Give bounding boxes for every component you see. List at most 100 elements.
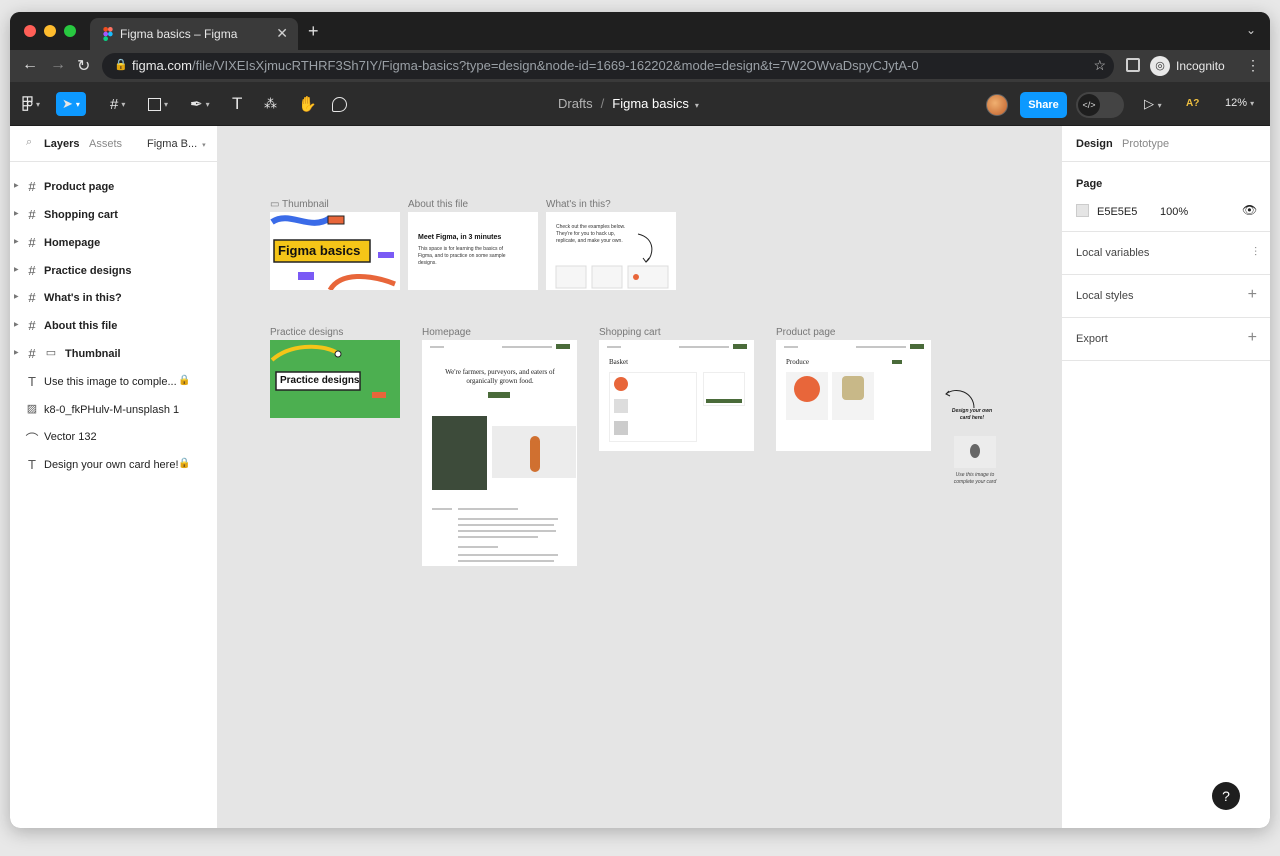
frame-label-about[interactable]: About this file bbox=[408, 199, 468, 210]
layer-item[interactable]: T Design your own card here! 🔒 bbox=[10, 451, 218, 479]
avatar[interactable] bbox=[986, 94, 1008, 116]
layer-item[interactable]: T Use this image to comple... 🔒 bbox=[10, 368, 218, 396]
local-variables-label: Local variables bbox=[1076, 247, 1150, 259]
tab-assets[interactable]: Assets bbox=[89, 138, 122, 150]
figma-logo-icon bbox=[22, 96, 33, 111]
local-variables-section[interactable]: Local variables ⫶ bbox=[1062, 232, 1270, 275]
side-panel-icon[interactable] bbox=[1126, 58, 1140, 72]
close-tab-icon[interactable]: ✕ bbox=[276, 25, 288, 42]
page-color-swatch[interactable] bbox=[1076, 204, 1089, 217]
forward-button[interactable]: → bbox=[50, 56, 66, 74]
sample-image[interactable] bbox=[954, 436, 996, 468]
lock-icon[interactable]: 🔒 bbox=[178, 375, 190, 386]
main-menu-button[interactable]: ▾ bbox=[22, 92, 40, 116]
thumbnail-frame[interactable]: Figma basics bbox=[270, 212, 400, 290]
homepage-frame[interactable]: We're farmers, purveyors, and eaters of … bbox=[422, 340, 577, 566]
page-selector[interactable]: Figma B... ▾ bbox=[147, 138, 206, 150]
frame-label-product[interactable]: Product page bbox=[776, 327, 836, 338]
lock-icon[interactable]: 🔒 bbox=[178, 458, 190, 469]
layer-name: Vector 132 bbox=[44, 431, 97, 443]
layer-item[interactable]: ▶ # Product page bbox=[10, 173, 218, 201]
reload-button[interactable]: ↻ bbox=[77, 56, 90, 76]
hand-icon: ✋ bbox=[298, 96, 317, 113]
layer-item[interactable]: ▨ k8-0_fkPHulv-M-unsplash 1 bbox=[10, 396, 218, 424]
practice-frame[interactable]: Practice designs bbox=[270, 340, 400, 418]
tab-prototype[interactable]: Prototype bbox=[1122, 138, 1169, 150]
comment-tool-button[interactable] bbox=[332, 92, 347, 116]
help-button[interactable]: ? bbox=[1212, 782, 1240, 810]
resources-button[interactable]: ⁂ bbox=[264, 92, 277, 116]
search-icon[interactable]: ⌕ bbox=[26, 136, 32, 149]
zoom-menu[interactable]: 12% ▾ bbox=[1225, 97, 1254, 109]
layer-item[interactable]: ▶ # Practice designs bbox=[10, 257, 218, 285]
layer-item[interactable]: ▶ # Homepage bbox=[10, 229, 218, 257]
address-bar-row: ← → ↻ 🔒 figma.com/file/VIXEIsXjmucRTHRF3… bbox=[10, 50, 1270, 82]
about-frame[interactable]: Meet Figma, in 3 minutes This space is f… bbox=[408, 212, 538, 290]
shape-tool-button[interactable]: ▾ bbox=[148, 92, 168, 116]
frame-label-text: Thumbnail bbox=[282, 199, 329, 210]
dev-mode-toggle[interactable]: </> bbox=[1076, 92, 1124, 118]
breadcrumb: Drafts / Figma basics ▾ bbox=[558, 96, 699, 111]
add-export-icon[interactable]: + bbox=[1248, 329, 1257, 347]
expand-arrow-icon[interactable]: ▶ bbox=[14, 321, 19, 328]
bookmark-star-icon[interactable]: ☆ bbox=[1093, 57, 1106, 74]
new-tab-button[interactable]: + bbox=[308, 21, 319, 42]
frame-label-thumbnail[interactable]: ▭ Thumbnail bbox=[270, 199, 329, 210]
eye-icon[interactable]: 👁 bbox=[1242, 203, 1257, 217]
back-button[interactable]: ← bbox=[22, 56, 38, 74]
frame-icon: # bbox=[28, 263, 36, 278]
accessibility-check-button[interactable]: A? bbox=[1186, 98, 1199, 109]
tab-layers[interactable]: Layers bbox=[44, 138, 79, 150]
breadcrumb-drafts[interactable]: Drafts bbox=[558, 96, 593, 111]
expand-arrow-icon[interactable]: ▶ bbox=[14, 238, 19, 245]
figma-toolbar: ▾ ➤ ▾ # ▾ ▾ ✒ ▾ T ⁂ ✋ Drafts / Figma basics ▾ … bbox=[10, 82, 1270, 126]
browser-menu-icon[interactable]: ⋮ bbox=[1246, 57, 1260, 74]
layer-item[interactable]: ▶ # Shopping cart bbox=[10, 201, 218, 229]
whats-in-frame[interactable]: Check out the examples below. They're fo… bbox=[546, 212, 676, 290]
move-tool-button[interactable]: ➤ ▾ bbox=[56, 92, 86, 116]
frame-label-practice[interactable]: Practice designs bbox=[270, 327, 343, 338]
cart-frame[interactable]: Basket bbox=[599, 340, 754, 451]
page-opacity[interactable]: 100% bbox=[1160, 206, 1188, 218]
figma-favicon-icon bbox=[103, 27, 113, 41]
layer-item[interactable]: ▶ # What's in this? bbox=[10, 284, 218, 312]
local-styles-section[interactable]: Local styles + bbox=[1062, 275, 1270, 318]
maximize-window-button[interactable] bbox=[64, 25, 76, 37]
layer-item[interactable]: ▶ # ▭ Thumbnail bbox=[10, 340, 218, 368]
expand-arrow-icon[interactable]: ▶ bbox=[14, 182, 19, 189]
expand-arrow-icon[interactable]: ▶ bbox=[14, 293, 19, 300]
expand-arrow-icon[interactable]: ▶ bbox=[14, 349, 19, 356]
layer-name: What's in this? bbox=[44, 292, 122, 304]
product-frame[interactable]: Produce bbox=[776, 340, 931, 451]
browser-tab[interactable]: Figma basics – Figma ✕ bbox=[90, 18, 298, 50]
add-style-icon[interactable]: + bbox=[1248, 286, 1257, 304]
text-tool-button[interactable]: T bbox=[232, 92, 242, 116]
text-line bbox=[432, 508, 452, 510]
chevron-down-icon[interactable]: ▾ bbox=[695, 101, 699, 110]
text-layer-icon: T bbox=[28, 374, 36, 389]
hand-tool-button[interactable]: ✋ bbox=[298, 92, 317, 116]
url-input[interactable]: 🔒 figma.com/file/VIXEIsXjmucRTHRF3Sh7IY/… bbox=[102, 53, 1114, 79]
tab-search-chevron-icon[interactable]: ⌄ bbox=[1246, 23, 1256, 37]
share-button[interactable]: Share bbox=[1020, 92, 1067, 118]
local-styles-label: Local styles bbox=[1076, 290, 1134, 302]
expand-arrow-icon[interactable]: ▶ bbox=[14, 266, 19, 273]
layer-item[interactable]: ⌒ Vector 132 bbox=[10, 423, 218, 451]
file-name[interactable]: Figma basics bbox=[612, 96, 689, 111]
present-button[interactable]: ▷ ▾ bbox=[1144, 96, 1162, 112]
export-section[interactable]: Export + bbox=[1062, 318, 1270, 361]
variables-settings-icon[interactable]: ⫶ bbox=[1254, 245, 1257, 260]
tab-design[interactable]: Design bbox=[1076, 138, 1113, 150]
close-window-button[interactable] bbox=[24, 25, 36, 37]
frame-label-cart[interactable]: Shopping cart bbox=[599, 327, 661, 338]
design-canvas[interactable]: ▭ Thumbnail Figma basics About this file… bbox=[218, 126, 1061, 828]
expand-arrow-icon[interactable]: ▶ bbox=[14, 210, 19, 217]
minimize-window-button[interactable] bbox=[44, 25, 56, 37]
pen-tool-button[interactable]: ✒ ▾ bbox=[190, 92, 210, 116]
text-line bbox=[458, 536, 538, 538]
frame-tool-button[interactable]: # ▾ bbox=[110, 92, 125, 116]
frame-label-whats-in[interactable]: What's in this? bbox=[546, 199, 611, 210]
layer-item[interactable]: ▶ # About this file bbox=[10, 312, 218, 340]
page-color-hex[interactable]: E5E5E5 bbox=[1097, 206, 1137, 218]
frame-label-homepage[interactable]: Homepage bbox=[422, 327, 471, 338]
